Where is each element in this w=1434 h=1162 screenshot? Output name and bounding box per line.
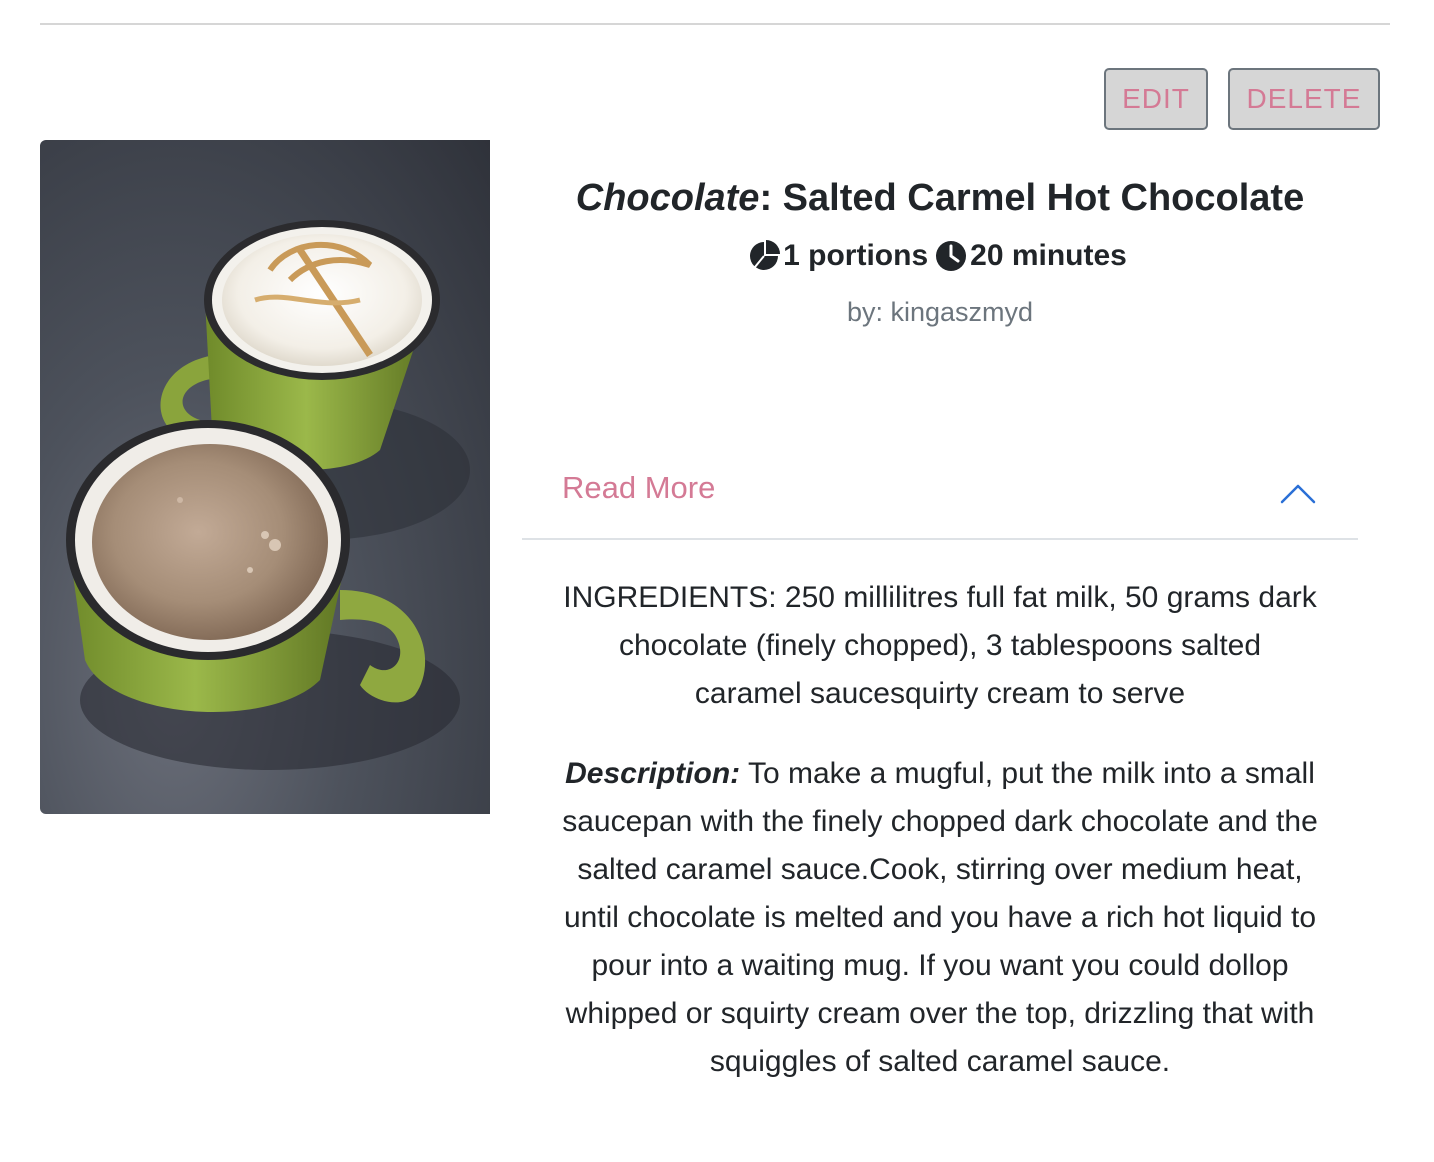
top-divider bbox=[40, 23, 1390, 25]
recipe-author: by: kingaszmyd bbox=[846, 297, 1034, 327]
recipe-category: Chocolate bbox=[575, 177, 760, 219]
title-separator: : bbox=[759, 177, 773, 219]
recipe-photo bbox=[40, 140, 490, 814]
pie-chart-icon bbox=[750, 240, 781, 270]
portions-info: 1 portions bbox=[747, 228, 928, 284]
description-text: To make a mugful, put the milk into a sm… bbox=[562, 757, 1318, 1078]
ingredients-text: INGREDIENTS: 250 millilitres full fat mi… bbox=[563, 581, 1317, 710]
recipe-header: Chocolate: Salted Carmel Hot Chocolate 1… bbox=[522, 170, 1358, 336]
edit-button[interactable]: EDIT bbox=[1104, 68, 1208, 130]
recipe-name: Salted Carmel Hot Chocolate bbox=[772, 177, 1305, 219]
delete-button[interactable]: DELETE bbox=[1228, 68, 1380, 130]
recipe-meta: 1 portions 20 minutes bbox=[522, 228, 1358, 284]
portions-text: 1 portions bbox=[783, 239, 929, 272]
read-more-label: Read More bbox=[562, 470, 716, 505]
accordion-body: INGREDIENTS: 250 millilitres full fat mi… bbox=[562, 574, 1318, 1086]
clock-icon bbox=[936, 241, 967, 271]
time-text: 20 minutes bbox=[970, 239, 1127, 272]
description-label: Description: bbox=[565, 757, 741, 790]
chevron-up-icon bbox=[1280, 484, 1316, 504]
recipe-title: Chocolate: Salted Carmel Hot Chocolate bbox=[522, 170, 1358, 226]
description-paragraph: Description: To make a mugful, put the m… bbox=[562, 750, 1318, 1086]
read-more-toggle[interactable]: Read More bbox=[522, 452, 1358, 540]
hot-chocolate-image bbox=[66, 220, 470, 770]
time-info: 20 minutes bbox=[934, 228, 1127, 284]
